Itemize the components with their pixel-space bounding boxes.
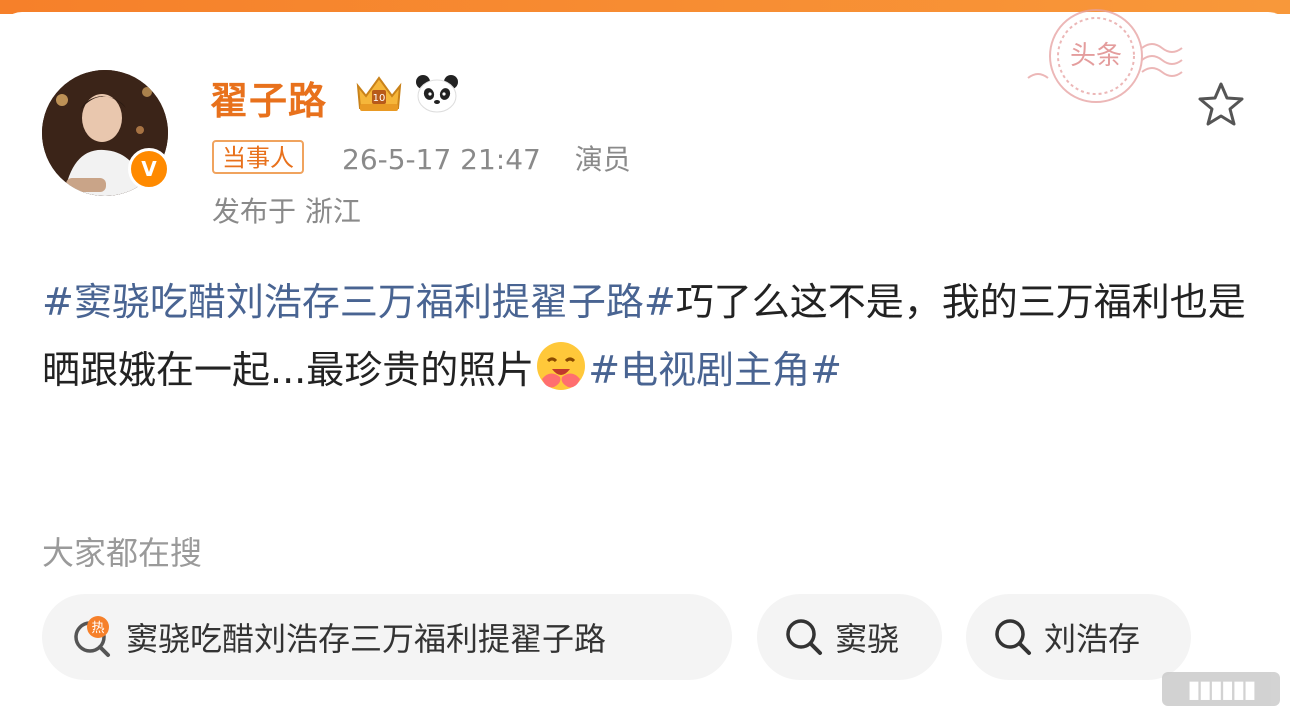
search-icon bbox=[786, 619, 822, 655]
topic-link[interactable]: #窦骁吃醋刘浩存三万福利提翟子路# bbox=[42, 280, 676, 324]
trending-section-title: 大家都在搜 bbox=[42, 534, 203, 572]
panda-icon bbox=[416, 75, 458, 113]
post-body: #窦骁吃醋刘浩存三万福利提翟子路#巧了么这不是，我的三万福利也是晒跟娥在一起..… bbox=[42, 268, 1252, 404]
username[interactable]: 翟子路 bbox=[210, 70, 327, 125]
post-meta: 26-5-17 21:47 演员 bbox=[342, 138, 631, 178]
timestamp: 26-5-17 21:47 bbox=[342, 143, 541, 176]
search-chip-label: 刘浩存 bbox=[1044, 620, 1141, 658]
search-chip[interactable]: 窦骁 bbox=[757, 594, 942, 680]
search-icon bbox=[995, 619, 1031, 655]
verified-v-icon: V bbox=[128, 148, 170, 190]
role-tag: 当事人 bbox=[212, 140, 304, 174]
search-chip[interactable]: 刘浩存 bbox=[966, 594, 1191, 680]
user-role: 演员 bbox=[574, 143, 631, 176]
svg-text:热: 热 bbox=[91, 621, 104, 636]
hugging-face-emoji bbox=[537, 342, 586, 390]
post-location: 发布于 浙江 bbox=[212, 195, 361, 228]
crown-badge-icon[interactable]: 10 bbox=[352, 70, 406, 114]
watermark: ▮▮▮▮▮▮ bbox=[1162, 672, 1280, 706]
search-chip-label: 窦骁 bbox=[835, 620, 900, 658]
hot-search-icon: 热 bbox=[74, 616, 110, 657]
svg-text:10: 10 bbox=[373, 93, 386, 104]
search-chip[interactable]: 热 窦骁吃醋刘浩存三万福利提翟子路 bbox=[42, 594, 732, 680]
search-chip-label: 窦骁吃醋刘浩存三万福利提翟子路 bbox=[126, 620, 607, 658]
topic-link[interactable]: #电视剧主角# bbox=[588, 348, 842, 392]
star-icon[interactable] bbox=[1196, 80, 1246, 128]
headline-stamp: 头条 bbox=[1027, 9, 1183, 103]
stamp-text: 头条 bbox=[1070, 41, 1122, 71]
